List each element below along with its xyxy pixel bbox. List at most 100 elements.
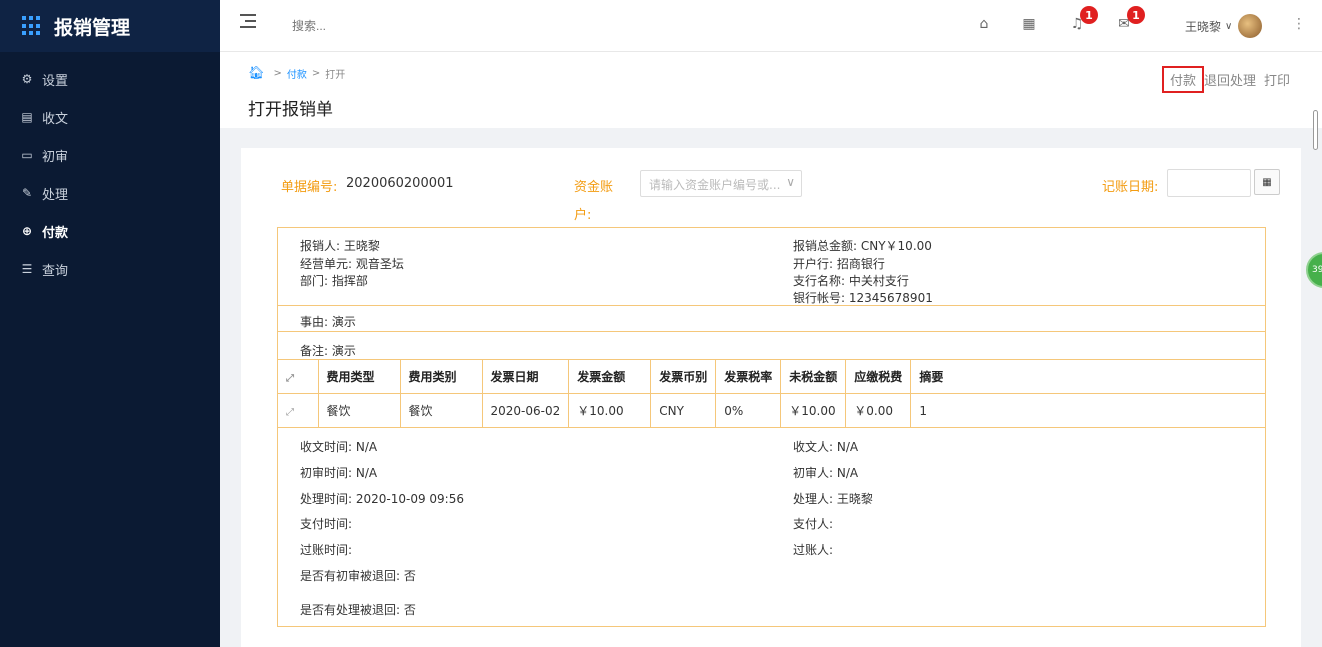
column-header: 应缴税费 bbox=[845, 359, 912, 394]
table-header-row: ⤢ 费用类型 费用类别 发票日期 发票金额 发票币别 发票税率 未税金额 应缴税… bbox=[278, 359, 1265, 394]
receive-time: 收文时间: N/A bbox=[300, 440, 378, 454]
bank-account: 银行帐号: 12345678901 bbox=[793, 291, 933, 305]
sidebar-menu: ⚙ 设置 ▤ 收文 ▭ 初审 ✎ 处理 ⊕ 付款 ☰ 查询 bbox=[0, 60, 220, 288]
doc-no-label: 单据编号: bbox=[281, 180, 338, 195]
expand-icon[interactable]: ⤢ bbox=[286, 373, 294, 384]
date-label: 记账日期: bbox=[1102, 180, 1159, 195]
account-placeholder: 请输入资金账户编号或... bbox=[649, 178, 781, 192]
breadcrumb: 🏠︎ > 付款 > 打开 bbox=[248, 66, 346, 81]
bank: 开户行: 招商银行 bbox=[793, 257, 885, 271]
sidebar-item-query[interactable]: ☰ 查询 bbox=[0, 250, 220, 288]
pay-by: 支付人: bbox=[793, 517, 834, 531]
account-label-cont: 户: bbox=[574, 208, 592, 223]
app-title: 报销管理 bbox=[54, 16, 131, 39]
more-options-icon[interactable]: ⋮ bbox=[1292, 16, 1306, 32]
column-header: 费用类别 bbox=[400, 359, 483, 394]
home-icon[interactable]: 🏠︎ bbox=[248, 66, 265, 81]
home-icon[interactable]: ⌂ bbox=[975, 15, 993, 33]
sidebar: 报销管理 ⚙ 设置 ▤ 收文 ▭ 初审 ✎ 处理 ⊕ 付款 ☰ 查询 bbox=[0, 0, 220, 647]
gear-icon: ⚙ bbox=[21, 72, 33, 86]
remark: 备注: 演示 bbox=[300, 344, 356, 358]
table-cell: ￥10.00 bbox=[568, 393, 652, 428]
pay-button[interactable]: 付款 bbox=[1161, 66, 1204, 93]
edit-icon: ✎ bbox=[21, 186, 33, 200]
pay-time: 支付时间: bbox=[300, 517, 353, 531]
summary-section: 报销人: 王晓黎 经营单元: 观音圣坛 部门: 指挥部 报销总金额: CNY￥1… bbox=[278, 228, 1265, 306]
process-time: 处理时间: 2020-10-09 09:56 bbox=[300, 492, 464, 506]
column-header: 发票金额 bbox=[568, 359, 652, 394]
account-select[interactable]: 请输入资金账户编号或... ∨ bbox=[640, 170, 802, 197]
apps-icon[interactable]: ▦ bbox=[1020, 15, 1038, 33]
table-cell: ￥10.00 bbox=[780, 393, 847, 428]
chevron-down-icon: ∨ bbox=[1225, 20, 1233, 32]
search-input[interactable] bbox=[292, 16, 492, 36]
table-cell: CNY bbox=[650, 393, 717, 428]
sidebar-item-label: 设置 bbox=[42, 73, 69, 89]
avatar[interactable] bbox=[1238, 14, 1263, 38]
expense-table: ⤢ 费用类型 费用类别 发票日期 发票金额 发票币别 发票税率 未税金额 应缴税… bbox=[278, 359, 1265, 428]
calendar-icon[interactable]: ▦ bbox=[1254, 169, 1280, 195]
process-returned: 是否有处理被退回: 否 bbox=[300, 603, 416, 617]
column-header: 发票日期 bbox=[482, 359, 570, 394]
user-menu[interactable]: 王晓黎 ∨ bbox=[1185, 14, 1263, 38]
column-header: 未税金额 bbox=[780, 359, 847, 394]
remark-section: 备注: 演示 bbox=[278, 332, 1265, 360]
page-header: 🏠︎ > 付款 > 打开 打开报销单 付款 退回处理 打印 bbox=[220, 52, 1322, 128]
sidebar-item-label: 收文 bbox=[42, 111, 69, 127]
process-by: 处理人: 王晓黎 bbox=[793, 492, 873, 506]
review-returned: 是否有初审被退回: 否 bbox=[300, 569, 416, 583]
reason-section: 事由: 演示 bbox=[278, 306, 1265, 332]
form-card: 单据编号: 2020060200001 资金账 户: 请输入资金账户编号或...… bbox=[241, 148, 1301, 647]
sidebar-item-payment[interactable]: ⊕ 付款 bbox=[0, 212, 220, 250]
sidebar-item-label: 付款 bbox=[42, 225, 69, 241]
business-unit: 经营单元: 观音圣坛 bbox=[300, 257, 404, 271]
document-icon: ▤ bbox=[21, 110, 33, 124]
table-cell: 餐饮 bbox=[318, 393, 401, 428]
breadcrumb-current: 打开 bbox=[325, 70, 346, 81]
action-bar: 付款 退回处理 打印 bbox=[1161, 66, 1290, 93]
sidebar-item-label: 查询 bbox=[42, 263, 69, 279]
print-button[interactable]: 打印 bbox=[1264, 70, 1290, 89]
table-row[interactable]: ⤢ 餐饮 餐饮 2020-06-02 ￥10.00 CNY 0% ￥10.00 … bbox=[278, 393, 1265, 428]
form-icon: ▭ bbox=[21, 148, 33, 162]
bell-icon[interactable]: ♫ 1 bbox=[1068, 6, 1098, 33]
apps-grid-icon[interactable] bbox=[22, 16, 42, 36]
column-header: 发票税率 bbox=[715, 359, 782, 394]
column-header: 摘要 bbox=[910, 359, 1265, 394]
page-title: 打开报销单 bbox=[248, 100, 333, 120]
menu-toggle-icon[interactable] bbox=[240, 14, 256, 28]
floating-widget[interactable]: 39 bbox=[1306, 252, 1322, 288]
mail-icon[interactable]: ✉ 1 bbox=[1115, 6, 1145, 33]
account-label: 资金账 bbox=[574, 180, 614, 195]
breadcrumb-link[interactable]: 付款 bbox=[287, 66, 307, 81]
chevron-down-icon: ∨ bbox=[786, 175, 795, 189]
expand-icon[interactable]: ⤢ bbox=[286, 407, 294, 418]
post-by: 过账人: bbox=[793, 543, 834, 557]
department: 部门: 指挥部 bbox=[300, 274, 368, 288]
search-coin-icon: ⊕ bbox=[21, 224, 33, 238]
table-cell: 0% bbox=[715, 393, 782, 428]
brand: 报销管理 bbox=[0, 0, 220, 52]
reporter: 报销人: 王晓黎 bbox=[300, 239, 380, 253]
sidebar-item-process[interactable]: ✎ 处理 bbox=[0, 174, 220, 212]
review-time: 初审时间: N/A bbox=[300, 466, 378, 480]
detail-box: 报销人: 王晓黎 经营单元: 观音圣坛 部门: 指挥部 报销总金额: CNY￥1… bbox=[277, 227, 1266, 627]
sidebar-item-label: 初审 bbox=[42, 149, 69, 165]
table-cell: 1 bbox=[910, 393, 1265, 428]
total-amount: 报销总金额: CNY￥10.00 bbox=[793, 239, 932, 253]
notification-badge: 1 bbox=[1080, 6, 1098, 24]
sidebar-item-receive[interactable]: ▤ 收文 bbox=[0, 98, 220, 136]
receive-by: 收文人: N/A bbox=[793, 440, 859, 454]
column-header: 发票币别 bbox=[650, 359, 717, 394]
sidebar-item-review[interactable]: ▭ 初审 bbox=[0, 136, 220, 174]
column-header: 费用类型 bbox=[318, 359, 401, 394]
sidebar-item-settings[interactable]: ⚙ 设置 bbox=[0, 60, 220, 98]
user-name: 王晓黎 bbox=[1185, 19, 1222, 34]
table-cell: ￥0.00 bbox=[845, 393, 912, 428]
date-input[interactable] bbox=[1167, 169, 1251, 197]
top-header: ⌂ ▦ ♫ 1 ✉ 1 王晓黎 ∨ ⋮ bbox=[220, 0, 1322, 52]
return-button[interactable]: 退回处理 bbox=[1204, 70, 1256, 89]
branch: 支行名称: 中关村支行 bbox=[793, 274, 909, 288]
sidebar-item-label: 处理 bbox=[42, 187, 69, 203]
scrollbar[interactable] bbox=[1313, 110, 1318, 150]
